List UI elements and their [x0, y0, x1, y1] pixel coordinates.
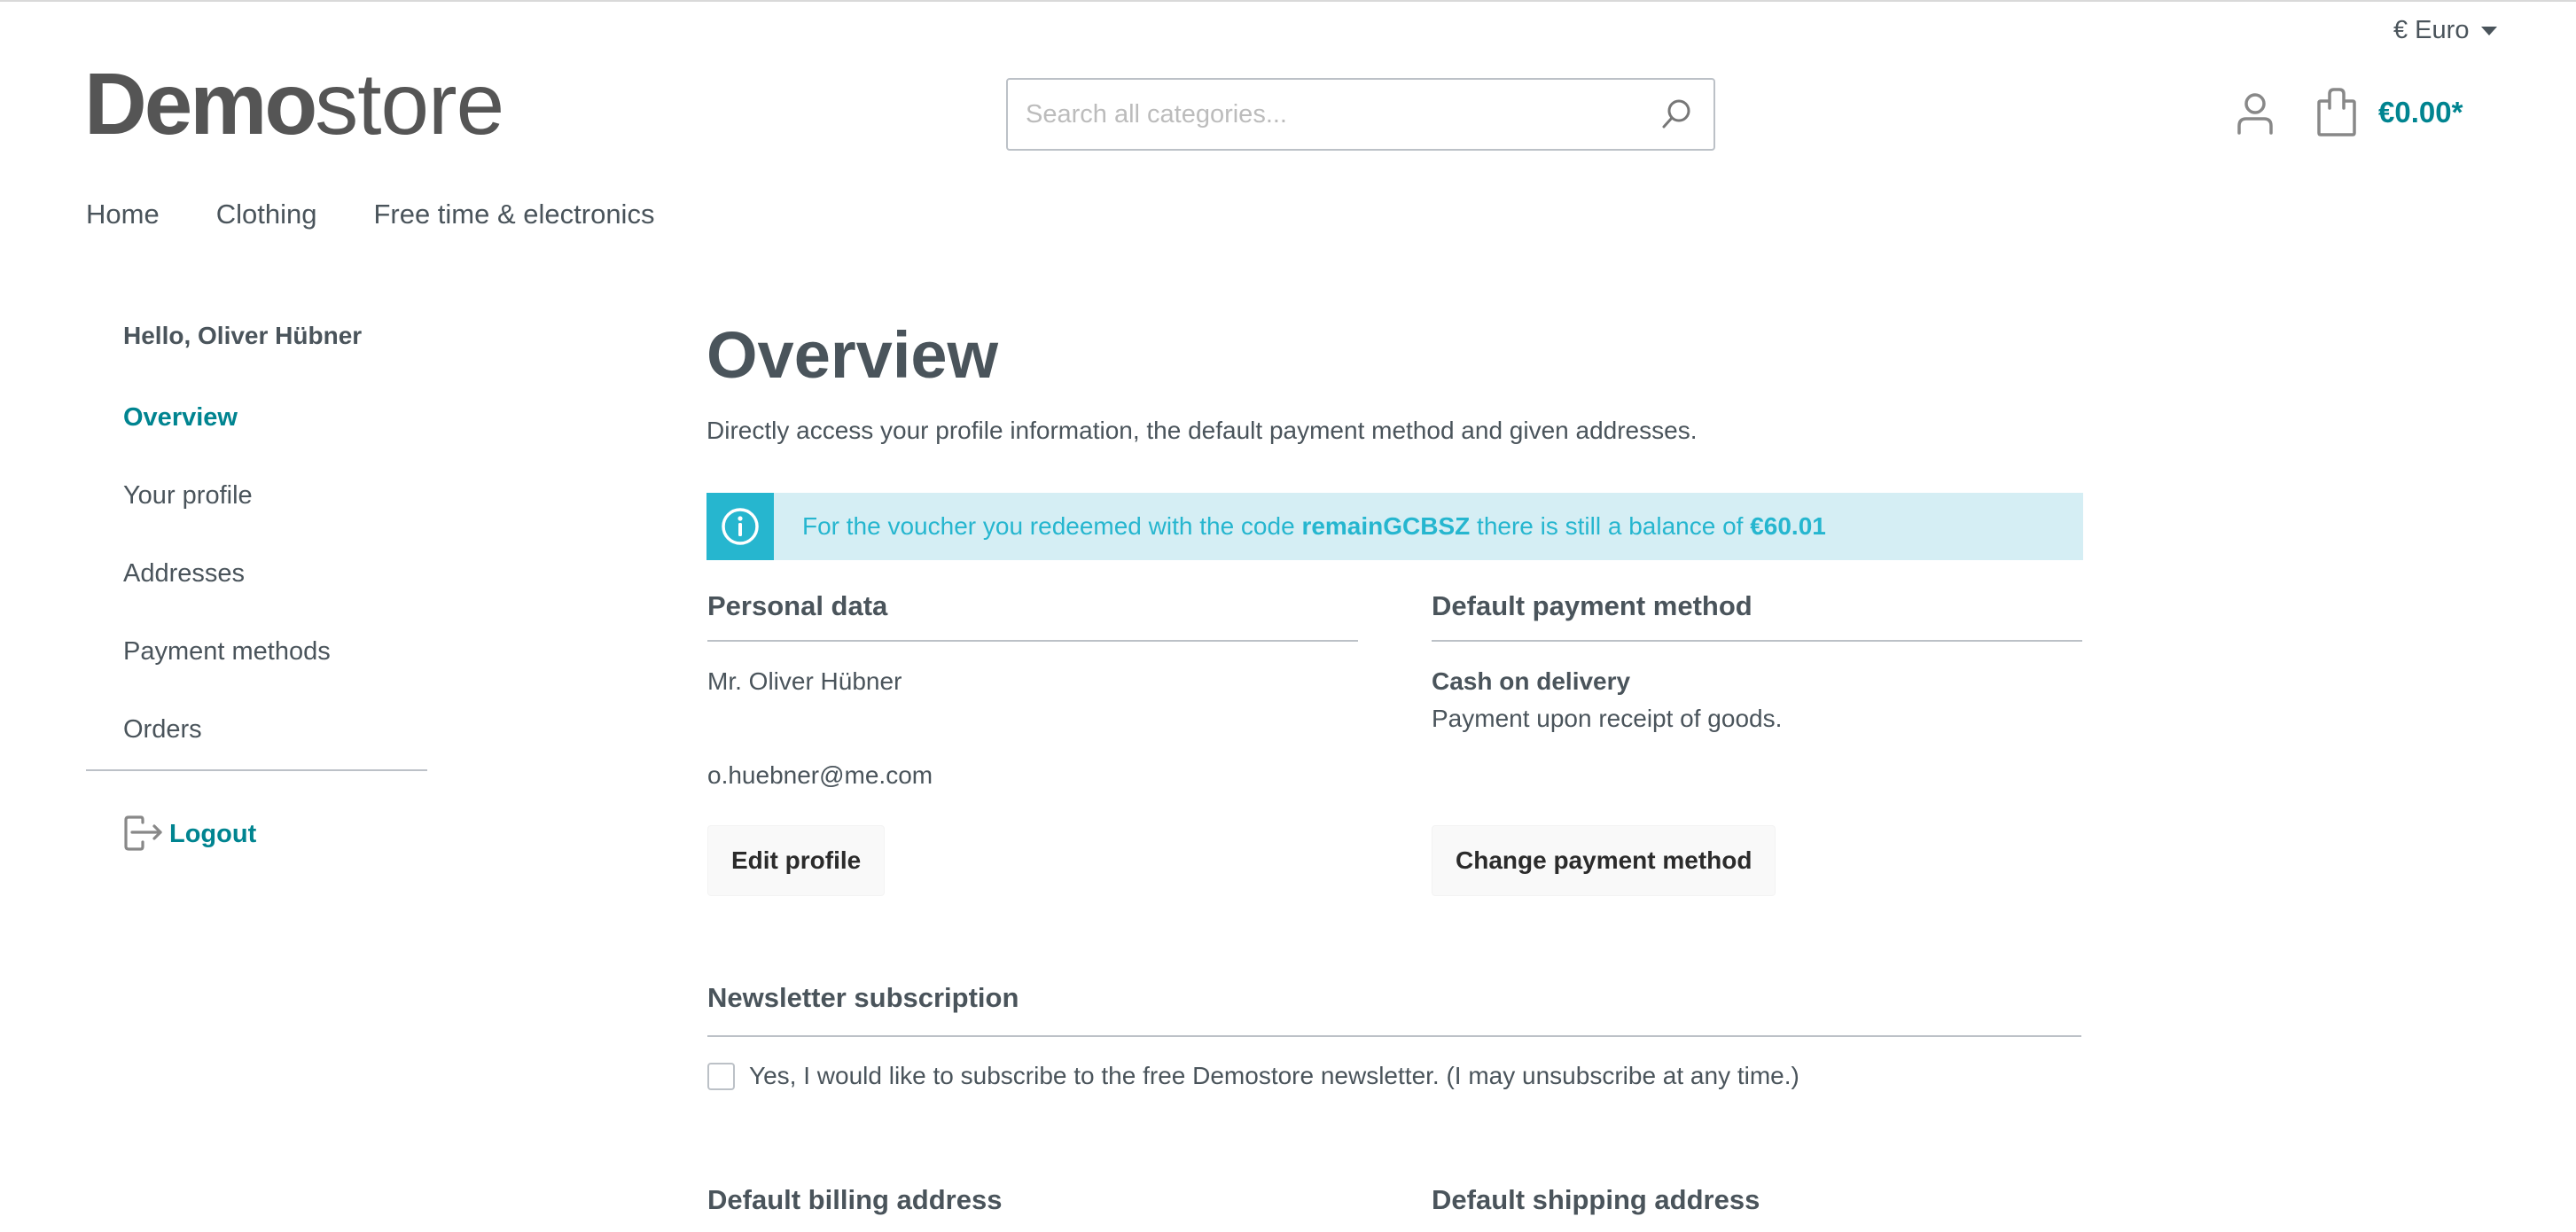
- account-icon[interactable]: [2236, 92, 2274, 135]
- edit-profile-button[interactable]: Edit profile: [707, 825, 886, 896]
- sidebar-item-overview[interactable]: Overview: [123, 403, 238, 433]
- alert-prefix: For the voucher you redeemed with the co…: [802, 512, 1302, 540]
- top-border: [0, 0, 2576, 2]
- logo-bold: Demo: [84, 55, 317, 152]
- voucher-code: remainGCBSZ: [1301, 512, 1471, 540]
- search-box: [1006, 78, 1715, 151]
- payment-method-card: Default payment method: [1432, 590, 2082, 642]
- logout-label: Logout: [169, 820, 257, 848]
- search-icon[interactable]: [1650, 88, 1703, 141]
- cart-icon[interactable]: [2315, 87, 2358, 136]
- search-input[interactable]: [1008, 80, 1650, 149]
- logo-light: store: [315, 55, 504, 152]
- main-navigation: Home Clothing Free time & electronics: [86, 199, 654, 230]
- logout-link[interactable]: Logout: [123, 814, 256, 855]
- newsletter-section: Newsletter subscription: [707, 982, 2081, 1037]
- sidebar-item-addresses[interactable]: Addresses: [123, 559, 245, 589]
- currency-label: € Euro: [2393, 16, 2470, 44]
- payment-method-description: Payment upon receipt of goods.: [1432, 705, 1783, 732]
- logout-icon: [123, 814, 164, 855]
- sidebar-item-orders[interactable]: Orders: [123, 715, 202, 745]
- info-icon: [706, 493, 774, 560]
- sidebar-item-your-profile[interactable]: Your profile: [123, 481, 253, 511]
- voucher-balance: €60.01: [1750, 512, 1826, 540]
- alert-middle: there is still a balance of: [1470, 512, 1751, 540]
- greeting: Hello, Oliver Hübner: [123, 322, 363, 349]
- cart-total[interactable]: €0.00*: [2378, 96, 2463, 129]
- billing-address-title: Default billing address: [707, 1184, 1003, 1215]
- currency-dropdown[interactable]: € Euro: [2393, 16, 2498, 45]
- newsletter-checkbox-row: Yes, I would like to subscribe to the fr…: [707, 1062, 1799, 1090]
- payment-method-name: Cash on delivery: [1432, 667, 1631, 695]
- newsletter-checkbox-label[interactable]: Yes, I would like to subscribe to the fr…: [749, 1062, 1799, 1090]
- store-logo[interactable]: Demostore: [84, 60, 504, 147]
- sidebar-item-payment-methods[interactable]: Payment methods: [123, 637, 331, 667]
- change-payment-method-button[interactable]: Change payment method: [1432, 825, 1776, 896]
- nav-item-home[interactable]: Home: [86, 199, 160, 230]
- personal-data-title: Personal data: [707, 590, 1358, 642]
- caret-down-icon: [2481, 26, 2498, 35]
- shipping-address-title: Default shipping address: [1432, 1184, 1760, 1215]
- newsletter-title: Newsletter subscription: [707, 982, 2081, 1037]
- sidebar-divider: [86, 769, 427, 771]
- page-description: Directly access your profile information…: [706, 417, 1698, 444]
- nav-item-clothing[interactable]: Clothing: [216, 199, 317, 230]
- customer-email: o.huebner@me.com: [707, 761, 933, 789]
- page-title: Overview: [706, 318, 999, 392]
- customer-name: Mr. Oliver Hübner: [707, 667, 902, 695]
- voucher-alert: For the voucher you redeemed with the co…: [706, 493, 2083, 560]
- personal-data-card: Personal data: [707, 590, 1358, 642]
- nav-item-free-time-electronics[interactable]: Free time & electronics: [373, 199, 654, 230]
- newsletter-checkbox[interactable]: [707, 1062, 735, 1090]
- alert-message: For the voucher you redeemed with the co…: [774, 512, 1826, 541]
- payment-method-title: Default payment method: [1432, 590, 2082, 642]
